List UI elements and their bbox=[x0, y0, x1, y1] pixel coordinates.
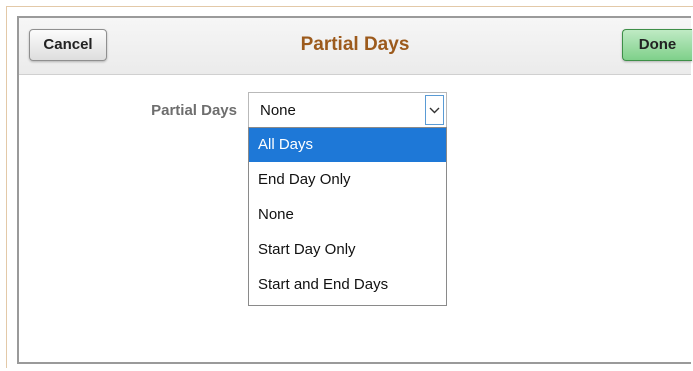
partial-days-select[interactable]: None bbox=[248, 92, 447, 128]
partial-days-options: All Days End Day Only None Start Day Onl… bbox=[248, 127, 447, 306]
option-none[interactable]: None bbox=[249, 198, 446, 232]
option-all-days[interactable]: All Days bbox=[249, 128, 446, 162]
done-button[interactable]: Done bbox=[622, 29, 692, 61]
selected-value: None bbox=[260, 102, 296, 119]
partial-days-label: Partial Days bbox=[151, 102, 237, 119]
partial-days-dialog: Cancel Partial Days Done Partial Days No… bbox=[17, 16, 692, 364]
dialog-title: Partial Days bbox=[300, 34, 410, 55]
chevron-down-icon[interactable] bbox=[425, 95, 444, 125]
option-start-and-end-days[interactable]: Start and End Days bbox=[249, 268, 446, 302]
option-start-day-only[interactable]: Start Day Only bbox=[249, 233, 446, 267]
dialog-header: Cancel Partial Days Done bbox=[19, 18, 692, 75]
option-end-day-only[interactable]: End Day Only bbox=[249, 163, 446, 197]
page: Cancel Partial Days Done Partial Days No… bbox=[0, 0, 693, 371]
